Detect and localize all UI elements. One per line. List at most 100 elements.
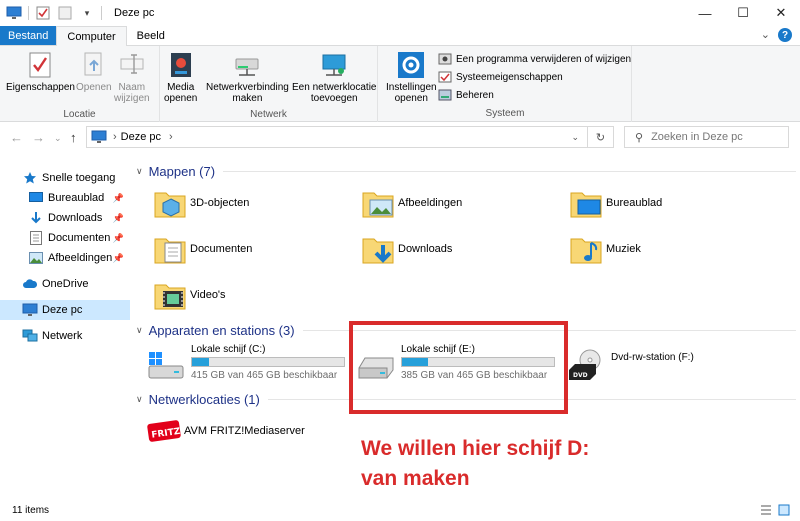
title-bar: ▾ Deze pc — ☐ ✕ <box>0 0 800 26</box>
dvd-drive-icon: DVD <box>566 348 604 382</box>
minimize-button[interactable]: — <box>686 0 724 26</box>
navigation-pane: Snelle toegang Bureaublad 📌 Downloads 📌 … <box>0 160 130 495</box>
address-dropdown-icon[interactable]: ⌄ <box>571 132 579 143</box>
instellingen-openen-button[interactable]: Instellingen openen <box>386 50 437 104</box>
nav-item-afbeeldingen[interactable]: Afbeeldingen 📌 <box>0 248 130 268</box>
cloud-icon <box>22 276 38 292</box>
close-button[interactable]: ✕ <box>762 0 800 26</box>
map-network-drive-icon <box>232 50 262 80</box>
windows-drive-icon <box>146 348 184 382</box>
netwerkverbinding-maken-button[interactable]: Netwerkverbinding maken <box>206 50 289 104</box>
network-location-fritz[interactable]: FRITZ! AVM FRITZ!Mediaserver <box>146 410 346 452</box>
collapse-ribbon-icon[interactable]: ⌄ <box>761 28 770 42</box>
pin-icon[interactable]: 📌 <box>113 253 124 264</box>
openen-button[interactable]: Openen <box>76 50 112 93</box>
download-icon <box>28 210 44 226</box>
star-icon <box>22 170 38 186</box>
address-bar[interactable]: › Deze pc › ⌄ ↻ <box>86 126 614 148</box>
section-mappen[interactable]: ∨ Mappen (7) <box>136 164 796 179</box>
nav-item-documenten[interactable]: Documenten 📌 <box>0 228 130 248</box>
tab-computer[interactable]: Computer <box>56 26 127 46</box>
drive-name: Lokale schijf (C:) <box>191 344 266 355</box>
folder-afbeeldingen[interactable]: Afbeeldingen <box>360 182 560 224</box>
manage-icon <box>438 89 452 101</box>
item-count: 11 items <box>12 505 50 516</box>
ribbon-tabs: Bestand Computer Beeld ⌄ ? <box>0 26 800 46</box>
naam-wijzigen-button[interactable]: Naam wijzigen <box>114 50 150 104</box>
search-input[interactable]: ⚲ Zoeken in Deze pc <box>624 126 789 148</box>
customize-quick-access-icon[interactable]: ▾ <box>79 5 95 21</box>
chevron-down-icon[interactable]: ∨ <box>136 325 143 336</box>
folder-3d-objecten[interactable]: 3D-objecten <box>152 182 352 224</box>
systeemeigenschappen-button[interactable]: Systeemeigenschappen <box>438 68 631 86</box>
computer-icon <box>22 302 38 318</box>
recent-locations-icon[interactable]: ⌄ <box>54 133 62 144</box>
ribbon-group-label: Systeem <box>485 108 525 119</box>
nav-item-deze-pc[interactable]: Deze pc <box>0 300 130 320</box>
large-icons-view-icon[interactable] <box>778 504 790 519</box>
status-bar: 11 items <box>0 500 800 521</box>
system-properties-icon <box>438 71 452 83</box>
pin-icon[interactable]: 📌 <box>113 233 124 244</box>
programma-verwijderen-button[interactable]: Een programma verwijderen of wijzigen <box>438 50 631 68</box>
new-folder-icon[interactable] <box>57 5 73 21</box>
pictures-icon <box>28 250 44 266</box>
desktop-icon <box>28 190 44 206</box>
properties-icon <box>25 50 55 80</box>
media-openen-button[interactable]: Media openen <box>164 50 197 104</box>
divider <box>223 171 796 172</box>
search-icon: ⚲ <box>635 131 644 144</box>
folder-downloads[interactable]: Downloads <box>360 228 560 270</box>
help-icon[interactable]: ? <box>778 28 792 42</box>
folder-documenten[interactable]: Documenten <box>152 228 352 270</box>
breadcrumb-separator-icon[interactable]: › <box>169 131 173 143</box>
media-icon <box>166 50 196 80</box>
nav-item-downloads[interactable]: Downloads 📌 <box>0 208 130 228</box>
separator <box>101 6 102 20</box>
folder-videos[interactable]: Video's <box>152 274 352 316</box>
pin-icon[interactable]: 📌 <box>113 193 124 204</box>
refresh-icon[interactable]: ↻ <box>587 127 613 147</box>
computer-icon[interactable] <box>6 5 22 21</box>
uninstall-icon <box>438 53 452 65</box>
3d-objects-folder-icon <box>152 185 188 221</box>
open-icon <box>79 50 109 80</box>
properties-icon[interactable] <box>35 5 51 21</box>
drive-usage-fill <box>192 358 209 366</box>
network-icon <box>22 328 38 344</box>
search-placeholder: Zoeken in Deze pc <box>651 131 743 143</box>
maximize-button[interactable]: ☐ <box>724 0 762 26</box>
breadcrumb-deze-pc[interactable]: Deze pc <box>121 131 161 143</box>
documents-icon <box>28 230 44 246</box>
drive-free-space: 415 GB van 465 GB beschikbaar <box>191 370 338 381</box>
nav-item-bureaublad[interactable]: Bureaublad 📌 <box>0 188 130 208</box>
nav-item-netwerk[interactable]: Netwerk <box>0 326 130 346</box>
netwerklocatie-toevoegen-button[interactable]: Een netwerklocatie toevoegen <box>292 50 377 104</box>
ribbon-group-locatie: Eigenschappen Openen Naam wijzigen Locat… <box>0 46 160 122</box>
annotation-highlight-box <box>349 321 568 414</box>
drive-c[interactable]: Lokale schijf (C:) 415 GB van 465 GB bes… <box>146 344 346 384</box>
chevron-down-icon[interactable]: ∨ <box>136 166 143 177</box>
folder-bureaublad[interactable]: Bureaublad <box>568 182 768 224</box>
pictures-folder-icon <box>360 185 396 221</box>
tab-bestand[interactable]: Bestand <box>0 26 57 45</box>
eigenschappen-button[interactable]: Eigenschappen <box>6 50 75 93</box>
pin-icon[interactable]: 📌 <box>113 213 124 224</box>
drive-f[interactable]: DVD Dvd-rw-station (F:) <box>566 344 766 384</box>
chevron-down-icon[interactable]: ∨ <box>136 394 143 405</box>
drive-name: Dvd-rw-station (F:) <box>611 352 694 363</box>
details-view-icon[interactable] <box>760 504 772 519</box>
nav-item-onedrive[interactable]: OneDrive <box>0 274 130 294</box>
beheren-button[interactable]: Beheren <box>438 86 631 104</box>
tab-beeld[interactable]: Beeld <box>127 26 175 45</box>
annotation-text: We willen hier schijf D: van maken <box>361 437 590 490</box>
separator <box>28 6 29 20</box>
folder-muziek[interactable]: Muziek <box>568 228 768 270</box>
breadcrumb-separator-icon[interactable]: › <box>113 131 117 143</box>
window-title: Deze pc <box>114 7 155 19</box>
back-arrow-icon[interactable]: ← <box>10 130 23 145</box>
address-row: ← → ⌄ ↑ › Deze pc › ⌄ ↻ ⚲ Zoeken in Deze… <box>0 125 800 151</box>
nav-item-snelle-toegang[interactable]: Snelle toegang <box>0 168 130 188</box>
forward-arrow-icon[interactable]: → <box>32 130 45 145</box>
up-arrow-icon[interactable]: ↑ <box>70 130 77 145</box>
